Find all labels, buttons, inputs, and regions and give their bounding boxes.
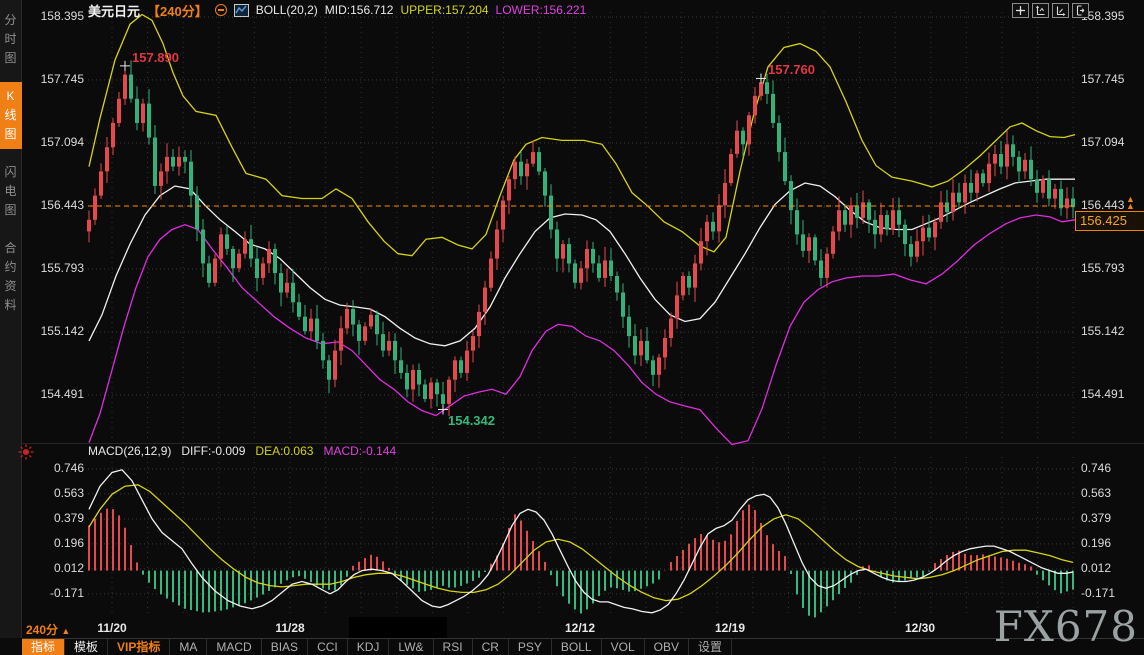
tab-lwr[interactable]: LW& xyxy=(389,639,433,655)
macd-tick-left: 0.746 xyxy=(24,461,84,476)
tab-rsi[interactable]: RSI xyxy=(434,639,473,655)
tab-ma[interactable]: MA xyxy=(170,639,207,655)
chart-canvas[interactable] xyxy=(0,0,1144,655)
date-label: 12/30 xyxy=(905,621,935,635)
price-tick-right: 157.745 xyxy=(1081,72,1124,87)
date-label: 12/12 xyxy=(565,621,595,635)
tab-settings[interactable]: 设置 xyxy=(689,639,732,655)
tab-obv[interactable]: OBV xyxy=(645,639,689,655)
axis-zoom-horizontal-icon[interactable] xyxy=(1052,3,1069,18)
macd-macd-value: MACD:-0.144 xyxy=(323,444,396,458)
indicator-toolbar: 指标模板VIP指标MAMACDBIASCCIKDJLW&RSICRPSYBOLL… xyxy=(22,638,1144,655)
price-tick-left: 157.745 xyxy=(24,72,84,87)
macd-dea-value: DEA:0.063 xyxy=(255,444,313,458)
tab-psy[interactable]: PSY xyxy=(509,639,552,655)
price-tick-left: 155.793 xyxy=(24,261,84,276)
tab-kdj[interactable]: KDJ xyxy=(348,639,390,655)
macd-header: MACD(26,12,9) DIFF:-0.009 DEA:0.063 MACD… xyxy=(88,444,396,458)
macd-tick-left: 0.012 xyxy=(24,561,84,576)
annotation-swing-high-2: 157.760 xyxy=(768,62,815,77)
macd-tick-left: -0.171 xyxy=(24,586,84,601)
tab-indicator[interactable]: 指标 xyxy=(22,639,65,655)
macd-tick-right: 0.379 xyxy=(1081,511,1111,526)
watermark: FX678 xyxy=(994,607,1138,647)
macd-tick-left: 0.379 xyxy=(24,511,84,526)
tab-cci[interactable]: CCI xyxy=(308,639,348,655)
price-tick-right: 155.142 xyxy=(1081,324,1124,339)
annotation-swing-high-1: 157.890 xyxy=(132,50,179,65)
boll-mid-value: MID:156.712 xyxy=(325,3,394,17)
price-tick-right: 157.094 xyxy=(1081,135,1124,150)
symbol-name: 美元日元 xyxy=(88,1,140,20)
date-label: 11/20 xyxy=(97,621,126,635)
price-tick-left: 158.395 xyxy=(24,9,84,24)
price-tick-right: 155.793 xyxy=(1081,261,1124,276)
tab-cr[interactable]: CR xyxy=(473,639,509,655)
tab-boll[interactable]: BOLL xyxy=(552,639,602,655)
macd-diff-value: DIFF:-0.009 xyxy=(181,444,245,458)
boll-upper-value: UPPER:157.204 xyxy=(400,3,488,17)
date-label: 12/19 xyxy=(715,621,745,635)
price-tick-left: 155.142 xyxy=(24,324,84,339)
price-up-arrows-icon: ▲▲ xyxy=(1126,196,1135,210)
price-tick-right: 154.491 xyxy=(1081,387,1124,402)
macd-tick-right: 0.746 xyxy=(1081,461,1111,476)
macd-tick-right: 0.012 xyxy=(1081,561,1111,576)
macd-tick-right: -0.171 xyxy=(1081,586,1115,601)
macd-name: MACD(26,12,9) xyxy=(88,444,171,458)
macd-tick-right: 0.196 xyxy=(1081,536,1111,551)
period-selector[interactable]: 240分 ▲ xyxy=(26,621,70,638)
price-tick-left: 154.491 xyxy=(24,387,84,402)
collapse-minus-icon[interactable] xyxy=(215,4,227,16)
boll-name: BOLL(20,2) xyxy=(256,3,318,17)
tab-bias[interactable]: BIAS xyxy=(262,639,308,655)
chart-header: 美元日元 【240分】 BOLL(20,2) MID:156.712 UPPER… xyxy=(88,2,586,18)
period-label[interactable]: 【240分】 xyxy=(147,1,208,20)
axis-zoom-vertical-icon[interactable] xyxy=(1032,3,1049,18)
alert-starburst-icon[interactable] xyxy=(18,444,34,460)
tab-vol[interactable]: VOL xyxy=(602,639,645,655)
boll-lower-value: LOWER:156.221 xyxy=(496,3,587,17)
tab-vip-indicator[interactable]: VIP指标 xyxy=(108,639,170,655)
tab-macd[interactable]: MACD xyxy=(207,639,261,655)
time-axis-row: 240分 ▲ 11/20 11/28 12/12 12/19 12/30 xyxy=(0,618,1144,638)
macd-tick-left: 0.563 xyxy=(24,486,84,501)
macd-tick-right: 0.563 xyxy=(1081,486,1111,501)
tab-template[interactable]: 模板 xyxy=(65,639,108,655)
price-tick-left: 156.443 xyxy=(24,198,84,213)
price-tick-left: 157.094 xyxy=(24,135,84,150)
macd-tick-left: 0.196 xyxy=(24,536,84,551)
annotation-swing-low: 154.342 xyxy=(448,413,495,428)
pan-right-icon[interactable] xyxy=(1072,3,1089,18)
move-crosshair-icon[interactable] xyxy=(1012,3,1029,18)
period-dropdown-arrow-icon: ▲ xyxy=(61,626,70,636)
chart-tool-icons xyxy=(1012,3,1089,18)
redaction-box xyxy=(349,617,447,638)
trading-app-window: 分时图K线图闪电图合约资料 美元日元 【240分】 BOLL(20,2) MID… xyxy=(0,0,1144,655)
current-price-badge: 156.425 xyxy=(1075,211,1144,231)
date-label: 11/28 xyxy=(275,621,304,635)
indicator-chart-icon[interactable] xyxy=(234,4,249,17)
